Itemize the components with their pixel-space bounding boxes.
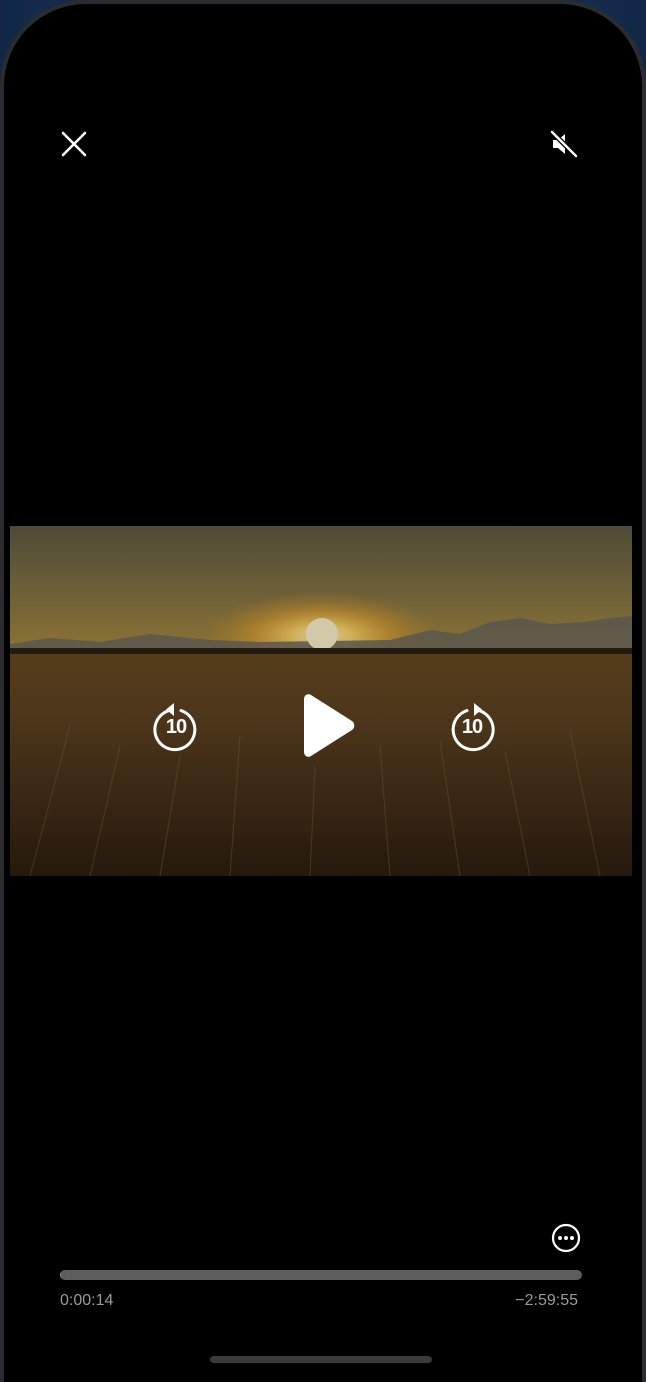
close-icon xyxy=(61,131,87,157)
phone-frame: 10 10 0:00:14 −2:59:55 xyxy=(0,0,646,1382)
more-options-icon xyxy=(551,1223,581,1253)
speaker-muted-icon xyxy=(549,129,579,159)
remaining-time: −2:59:55 xyxy=(515,1292,578,1309)
progress-track xyxy=(60,1270,582,1280)
video-player-screen: 10 10 0:00:14 −2:59:55 xyxy=(4,4,642,1382)
skip-back-label: 10 xyxy=(165,716,187,738)
progress-fill xyxy=(60,1270,61,1280)
mute-button[interactable] xyxy=(546,126,582,162)
progress-scrubber[interactable] xyxy=(60,1268,582,1282)
skip-back-10-button[interactable]: 10 xyxy=(150,702,202,754)
elapsed-time: 0:00:14 xyxy=(60,1292,114,1309)
more-options-button[interactable] xyxy=(549,1221,583,1255)
play-icon xyxy=(304,694,355,757)
video-frame[interactable]: 10 10 xyxy=(10,526,632,876)
skip-forward-10-button[interactable]: 10 xyxy=(446,702,498,754)
close-button[interactable] xyxy=(56,126,92,162)
home-indicator[interactable] xyxy=(210,1356,432,1363)
skip-forward-label: 10 xyxy=(461,716,483,738)
play-button[interactable] xyxy=(290,690,362,762)
